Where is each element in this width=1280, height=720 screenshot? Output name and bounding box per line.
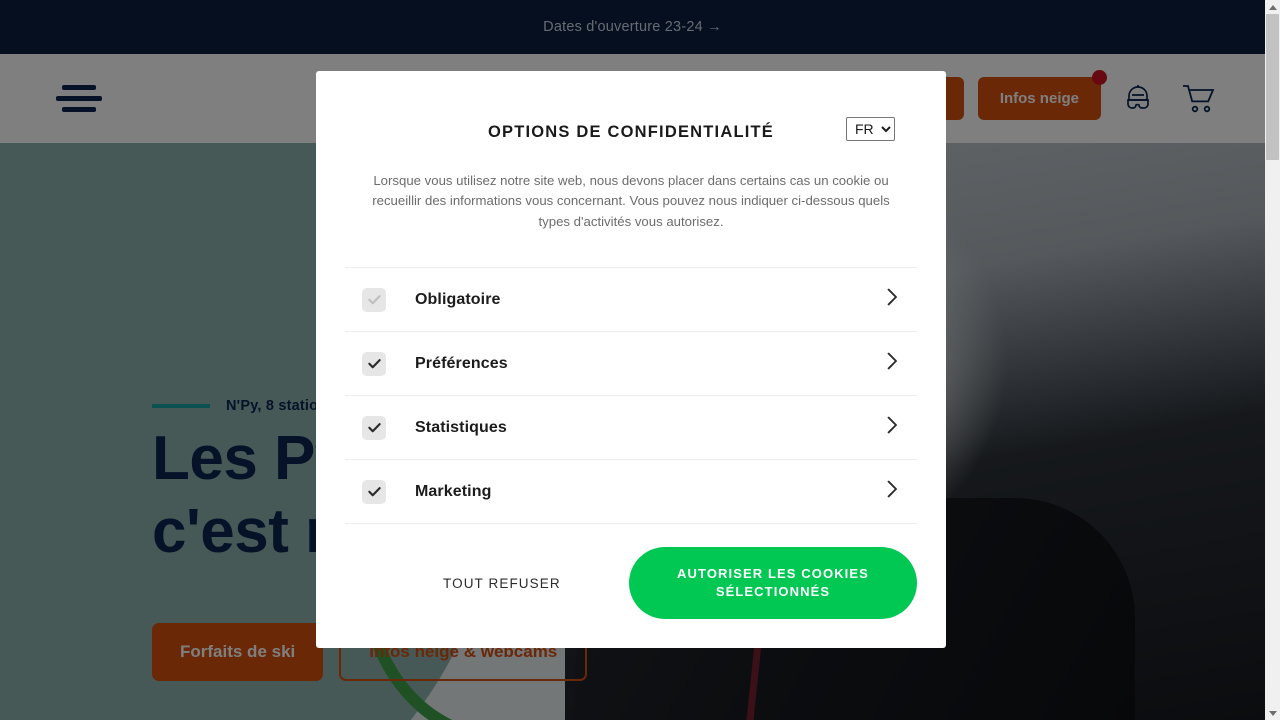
page-root: Dates d'ouverture 23-24 → Réservation In… xyxy=(0,0,1280,720)
dialog-header: Options de confidentialité FR xyxy=(345,117,917,147)
cookie-label-obligatoire: Obligatoire xyxy=(415,290,501,308)
dialog-description: Lorsque vous utilisez notre site web, no… xyxy=(372,173,890,229)
cookie-label-marketing: Marketing xyxy=(415,482,492,500)
dialog-title: Options de confidentialité xyxy=(487,122,775,141)
cookie-row-obligatoire[interactable]: Obligatoire xyxy=(345,268,917,333)
chevron-right-icon[interactable] xyxy=(887,416,898,439)
page-scrollbar[interactable] xyxy=(1265,0,1280,720)
chevron-right-icon[interactable] xyxy=(887,480,898,503)
chevron-right-icon[interactable] xyxy=(887,352,898,375)
cookie-category-list: Obligatoire Préférences Statistiques Mar… xyxy=(345,267,917,525)
cookie-label-preferences: Préférences xyxy=(415,354,508,372)
cookie-row-marketing[interactable]: Marketing xyxy=(345,460,917,525)
accept-selected-cookies-button[interactable]: Autoriser les cookies sélectionnés xyxy=(629,547,917,619)
scrollbar-thumb[interactable] xyxy=(1266,14,1279,160)
checkbox-statistiques[interactable] xyxy=(362,415,386,440)
checkbox-obligatoire[interactable] xyxy=(362,287,386,312)
scroll-down-arrow-icon[interactable] xyxy=(1265,706,1280,720)
dialog-body: Options de confidentialité FR Lorsque vo… xyxy=(316,71,946,525)
cookie-label-statistiques: Statistiques xyxy=(415,418,507,436)
chevron-right-icon[interactable] xyxy=(887,288,898,311)
cookie-row-preferences[interactable]: Préférences xyxy=(345,332,917,397)
language-select[interactable]: FR xyxy=(846,117,895,141)
refuse-all-button[interactable]: Tout refuser xyxy=(435,562,569,605)
checkbox-preferences[interactable] xyxy=(362,351,386,376)
dialog-footer: Tout refuser Autoriser les cookies sélec… xyxy=(316,547,946,648)
scroll-up-arrow-icon[interactable] xyxy=(1265,0,1280,14)
checkbox-marketing[interactable] xyxy=(362,479,386,504)
privacy-options-dialog: Options de confidentialité FR Lorsque vo… xyxy=(316,71,946,648)
cookie-row-statistiques[interactable]: Statistiques xyxy=(345,396,917,461)
